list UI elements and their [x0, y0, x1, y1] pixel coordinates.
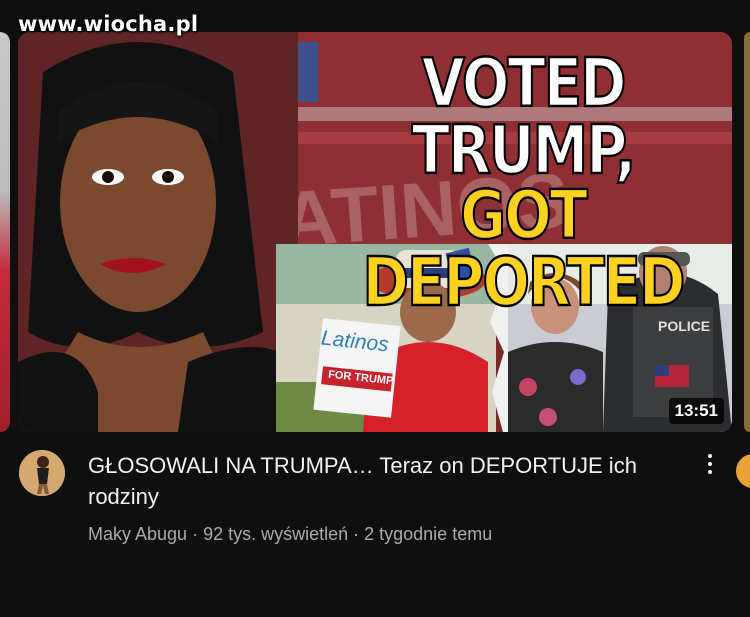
vest-label: POLICE — [658, 318, 711, 334]
next-channel-avatar[interactable] — [736, 454, 750, 488]
view-count: 92 tys. wyświetleń — [203, 524, 349, 544]
upload-age: 2 tygodnie temu — [364, 524, 493, 544]
video-details: GŁOSOWALI NA TRUMPA… Teraz on DEPORTUJE … — [18, 446, 732, 556]
channel-name[interactable]: Maky Abugu — [88, 524, 187, 544]
separator: · — [187, 524, 204, 544]
video-thumbnail[interactable]: LATINOS VOTED TRUMP, GOT DEPORTED Latino… — [18, 32, 732, 432]
video-metadata: Maky Abugu · 92 tys. wyświetleń · 2 tygo… — [88, 524, 492, 545]
duration-badge: 13:51 — [668, 398, 724, 424]
thumbnail-headline: VOTED TRUMP, GOT DEPORTED — [318, 49, 728, 318]
more-vert-icon[interactable] — [698, 452, 722, 476]
next-video-card-edge[interactable] — [744, 32, 750, 432]
separator: · — [348, 524, 365, 544]
watermark: www.wiocha.pl — [18, 12, 199, 36]
channel-avatar[interactable] — [19, 450, 65, 496]
headline-line-1: VOTED TRUMP, — [411, 44, 638, 190]
previous-video-card-edge[interactable] — [0, 32, 10, 432]
headline-line-2: GOT DEPORTED — [362, 176, 687, 322]
avatar-image — [19, 450, 65, 496]
video-title[interactable]: GŁOSOWALI NA TRUMPA… Teraz on DEPORTUJE … — [88, 450, 678, 512]
